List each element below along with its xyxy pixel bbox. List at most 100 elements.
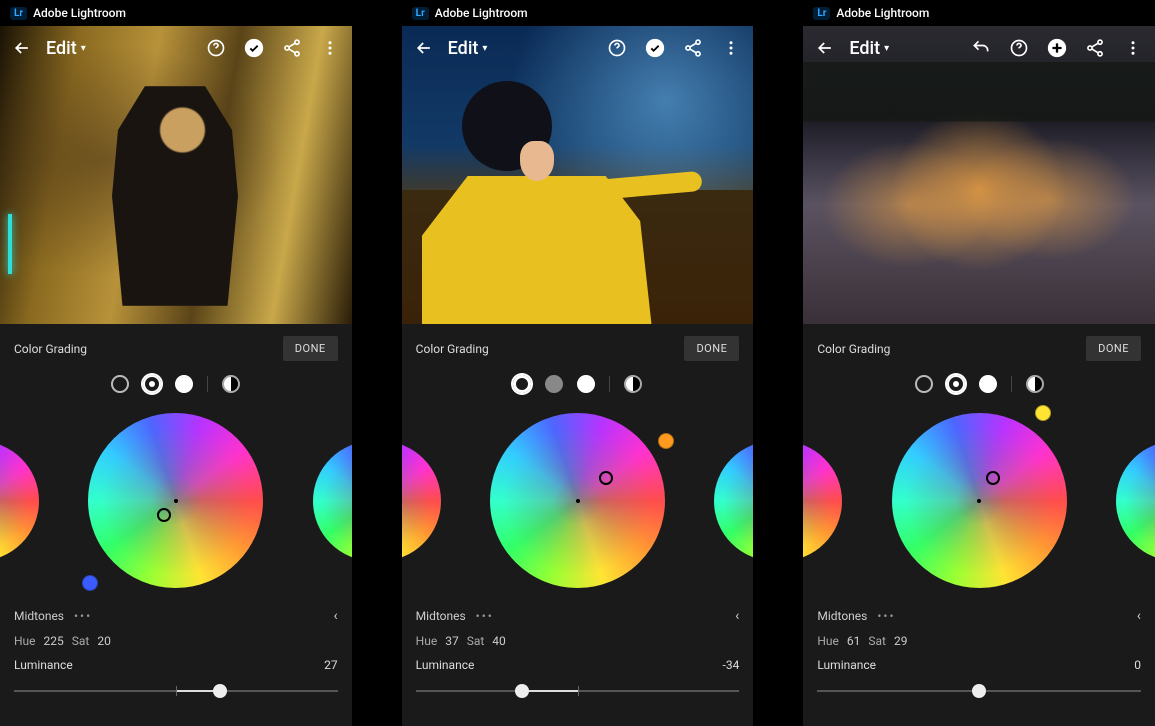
color-grading-panel: Color Grading DONE Midtones ••• ‹ (402, 324, 754, 726)
screen-2: Lr Adobe Lightroom Edit▾ Color Grading D… (402, 0, 754, 726)
mode-global[interactable] (1026, 375, 1044, 393)
prev-wheel[interactable] (803, 441, 842, 561)
wheel-center (174, 499, 178, 503)
mode-shadows[interactable] (111, 375, 129, 393)
check-icon[interactable] (242, 36, 266, 60)
mode-highlights[interactable] (175, 375, 193, 393)
photo-preview[interactable]: Edit▾ (402, 26, 754, 324)
more-icon[interactable] (719, 36, 743, 60)
luminance-value: 0 (1134, 658, 1141, 672)
panel-title: Color Grading (416, 342, 489, 356)
edit-dropdown[interactable]: Edit ▾ (46, 38, 86, 59)
slider-thumb[interactable] (972, 684, 986, 698)
mode-midtones[interactable] (545, 375, 563, 393)
next-wheel[interactable] (313, 441, 352, 561)
hue-indicator-dot[interactable] (658, 433, 674, 449)
hue-indicator-dot[interactable] (1035, 405, 1051, 421)
mode-global[interactable] (222, 375, 240, 393)
luminance-label: Luminance (14, 658, 73, 672)
section-options-icon[interactable]: ••• (476, 609, 494, 623)
photo-preview[interactable]: Edit▾ (803, 26, 1155, 324)
back-icon[interactable] (813, 36, 837, 60)
undo-icon[interactable] (969, 36, 993, 60)
mode-separator (609, 376, 610, 392)
hue-label: Hue (817, 634, 839, 648)
color-wheel[interactable] (892, 413, 1067, 588)
help-icon[interactable] (605, 36, 629, 60)
prev-wheel[interactable] (0, 441, 39, 561)
mode-midtones[interactable] (947, 375, 965, 393)
wheel-picker[interactable] (157, 508, 171, 522)
hue-indicator-dot[interactable] (82, 575, 98, 591)
app-logo: Lr (813, 7, 830, 20)
chevron-left-icon[interactable]: ‹ (1137, 608, 1141, 624)
sat-value: 20 (97, 634, 111, 648)
section-label: Midtones (14, 609, 64, 623)
edit-toolbar: Edit▾ (402, 26, 754, 70)
wheel-center (576, 499, 580, 503)
sat-label: Sat (868, 634, 886, 648)
done-button[interactable]: DONE (1086, 336, 1141, 361)
slider-thumb[interactable] (213, 684, 227, 698)
photo-preview[interactable]: Edit ▾ (0, 26, 352, 324)
next-wheel[interactable] (714, 441, 753, 561)
app-name: Adobe Lightroom (33, 6, 126, 20)
help-icon[interactable] (1007, 36, 1031, 60)
mode-midtones[interactable] (143, 375, 161, 393)
sat-value: 29 (894, 634, 908, 648)
wheel-row (817, 403, 1141, 598)
panel-title: Color Grading (817, 342, 890, 356)
back-icon[interactable] (10, 36, 34, 60)
hue-label: Hue (14, 634, 36, 648)
slider-thumb[interactable] (515, 684, 529, 698)
help-icon[interactable] (204, 36, 228, 60)
caret-down-icon: ▾ (81, 43, 86, 54)
share-icon[interactable] (280, 36, 304, 60)
screen-3: Lr Adobe Lightroom Edit▾ Color Grading D… (803, 0, 1155, 726)
chevron-left-icon[interactable]: ‹ (735, 608, 739, 624)
edit-dropdown[interactable]: Edit▾ (448, 38, 488, 59)
mode-highlights[interactable] (577, 375, 595, 393)
done-button[interactable]: DONE (283, 336, 338, 361)
photo-face (520, 141, 554, 181)
section-options-icon[interactable]: ••• (74, 609, 92, 623)
mode-separator (207, 376, 208, 392)
edit-label: Edit (448, 38, 479, 59)
add-icon[interactable] (1045, 36, 1069, 60)
wheel-picker[interactable] (599, 471, 613, 485)
color-wheel[interactable] (490, 413, 665, 588)
app-name: Adobe Lightroom (435, 6, 528, 20)
next-wheel[interactable] (1116, 441, 1155, 561)
done-button[interactable]: DONE (684, 336, 739, 361)
screen-1: Lr Adobe Lightroom Edit ▾ Color Grading D… (0, 0, 352, 726)
edit-toolbar: Edit ▾ (0, 26, 352, 70)
edit-label: Edit (46, 38, 77, 59)
status-bar: Lr Adobe Lightroom (0, 0, 352, 26)
photo-placeholder (803, 26, 1155, 324)
color-wheel[interactable] (88, 413, 263, 588)
chevron-left-icon[interactable]: ‹ (333, 608, 337, 624)
sat-label: Sat (467, 634, 485, 648)
luminance-label: Luminance (416, 658, 475, 672)
edit-dropdown[interactable]: Edit▾ (849, 38, 889, 59)
mode-global[interactable] (624, 375, 642, 393)
section-options-icon[interactable]: ••• (877, 609, 895, 623)
app-logo: Lr (412, 7, 429, 20)
mode-highlights[interactable] (979, 375, 997, 393)
share-icon[interactable] (681, 36, 705, 60)
more-icon[interactable] (1121, 36, 1145, 60)
luminance-slider[interactable] (14, 684, 338, 698)
caret-down-icon: ▾ (482, 43, 487, 54)
panel-title: Color Grading (14, 342, 87, 356)
prev-wheel[interactable] (402, 441, 441, 561)
back-icon[interactable] (412, 36, 436, 60)
luminance-slider[interactable] (416, 684, 740, 698)
wheel-picker[interactable] (986, 471, 1000, 485)
more-icon[interactable] (318, 36, 342, 60)
mode-shadows[interactable] (915, 375, 933, 393)
mode-shadows[interactable] (513, 375, 531, 393)
edit-toolbar: Edit▾ (803, 26, 1155, 70)
luminance-slider[interactable] (817, 684, 1141, 698)
check-icon[interactable] (643, 36, 667, 60)
share-icon[interactable] (1083, 36, 1107, 60)
